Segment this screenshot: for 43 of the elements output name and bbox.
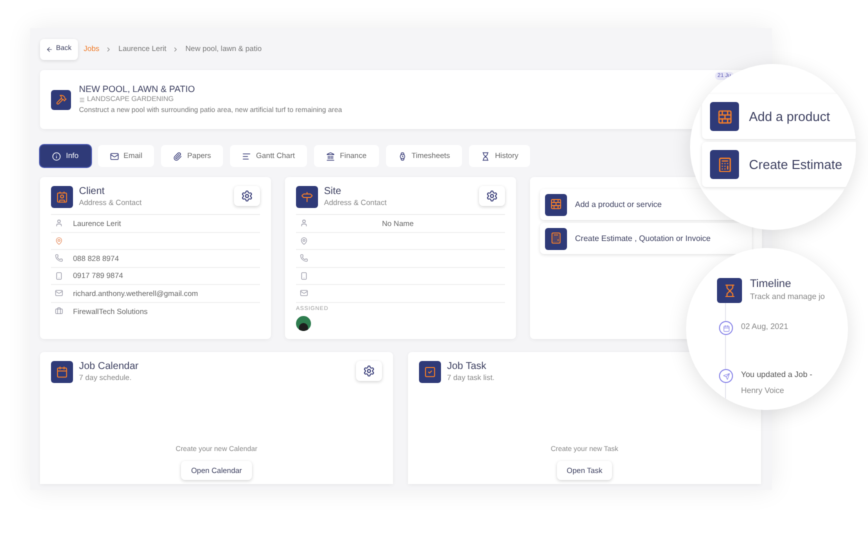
settings-button[interactable] <box>479 186 505 206</box>
chevron-right-icon <box>172 46 180 52</box>
bank-icon <box>326 152 335 160</box>
brick-wall-icon <box>545 194 567 216</box>
checkbox-icon <box>419 360 441 383</box>
action-label[interactable]: Create Estimate <box>749 154 842 174</box>
calendar-icon <box>51 360 73 383</box>
info-icon <box>52 152 61 160</box>
settings-icon <box>363 364 375 377</box>
envelope-icon <box>110 152 119 160</box>
send-icon <box>719 369 733 383</box>
arrow-left-icon <box>46 46 53 52</box>
card-title: Job Calendar <box>79 360 138 373</box>
calculator-icon <box>710 150 739 179</box>
event-text: You updated a Job - <box>741 369 812 381</box>
menu-icon <box>79 96 85 102</box>
timeline-subtitle: Track and manage jo <box>750 291 825 303</box>
hourglass-icon <box>481 152 490 160</box>
brick-wall-icon <box>710 102 739 131</box>
card-title: Site <box>324 186 342 198</box>
settings-button[interactable] <box>234 186 260 206</box>
settings-icon <box>486 190 498 202</box>
watch-icon <box>398 152 407 160</box>
timeline-title: Timeline <box>750 278 792 291</box>
paperclip-icon <box>173 152 182 160</box>
contact-card-icon <box>51 186 73 208</box>
gantt-icon <box>242 152 252 160</box>
calendar-icon <box>719 321 733 335</box>
calculator-icon <box>545 228 567 250</box>
card-title: Client <box>79 186 106 198</box>
settings-icon <box>241 190 253 202</box>
hammer-icon <box>51 90 71 110</box>
hourglass-icon <box>717 278 742 303</box>
card-title: Job Task <box>447 360 488 373</box>
action-label[interactable]: Add a product <box>749 106 830 126</box>
job-title: NEW POOL, LAWN & PATIO <box>79 84 196 94</box>
avatar <box>296 316 311 331</box>
event-author: Henry Voice <box>741 385 786 397</box>
signpost-icon <box>296 186 318 208</box>
settings-button[interactable] <box>356 360 382 381</box>
chevron-right-icon <box>105 46 112 52</box>
action-button[interactable]: Create Estimate , Quotation or Invoice <box>540 223 752 254</box>
event-date: 02 Aug, 2021 <box>741 321 788 333</box>
